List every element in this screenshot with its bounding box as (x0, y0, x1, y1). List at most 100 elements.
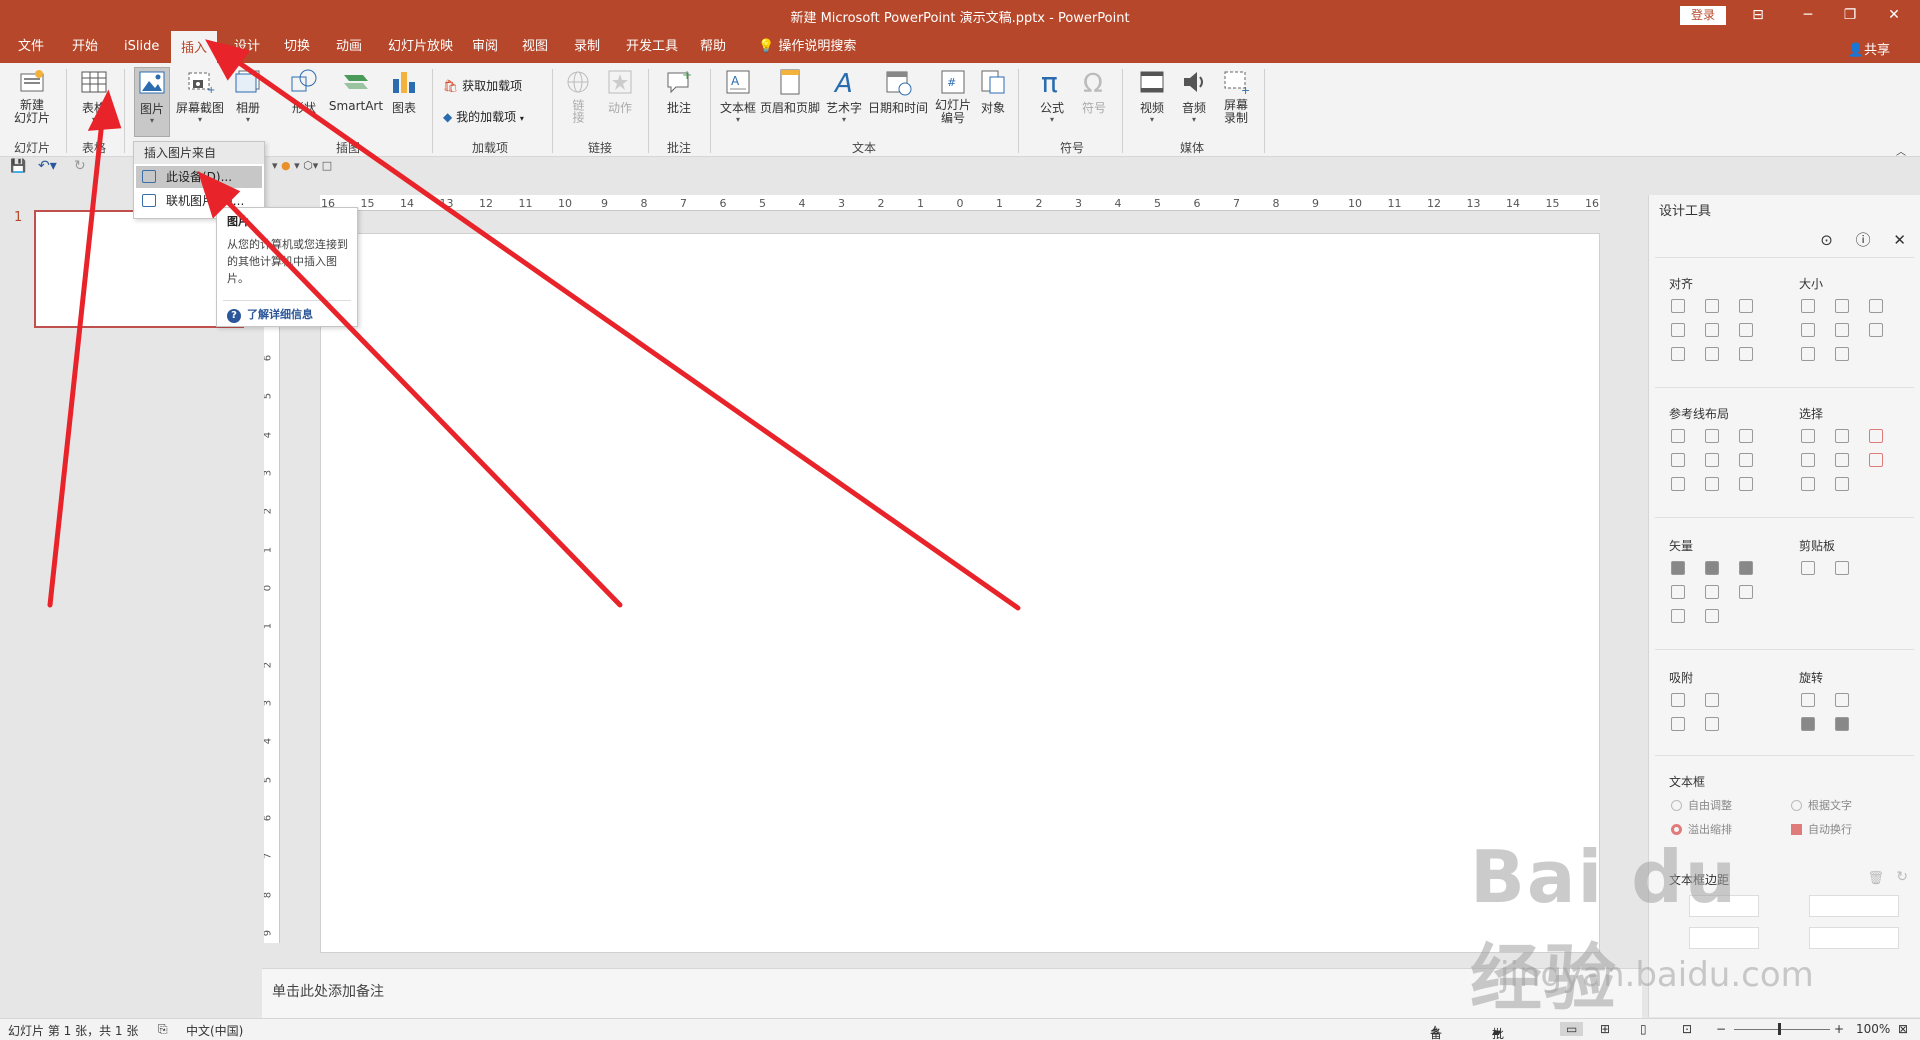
language-status[interactable]: 中文(中国) (186, 1022, 243, 1039)
tab-file[interactable]: 文件 (8, 31, 54, 63)
rotate-left-icon[interactable] (1801, 693, 1815, 707)
share-button[interactable]: 👤共享 (1848, 39, 1890, 58)
tab-review[interactable]: 审阅 (462, 31, 508, 63)
collapse-ribbon-icon[interactable]: ︿ (1896, 143, 1906, 158)
redo-icon[interactable]: ↻ (74, 158, 86, 174)
shape-tools-icon[interactable]: ▾ ● ▾ ⬡▾ □ (272, 159, 332, 172)
shapes-button[interactable]: 形状 (282, 67, 326, 116)
combine-icon[interactable] (1705, 561, 1719, 575)
edit-points-icon[interactable] (1739, 585, 1753, 599)
tab-help[interactable]: 帮助 (690, 31, 736, 63)
stretch-top-icon[interactable] (1801, 347, 1815, 361)
symbol-button[interactable]: Ω 符号 (1074, 67, 1114, 116)
chart-button[interactable]: 图表 (386, 67, 422, 116)
equation-button[interactable]: π 公式 ▾ (1032, 67, 1072, 124)
guide-middle-icon[interactable] (1705, 453, 1719, 467)
datetime-button[interactable]: 日期和时间 (864, 67, 932, 116)
object-button[interactable]: 对象 (974, 67, 1012, 116)
wordart-button[interactable]: A 艺术字 ▾ (822, 67, 866, 124)
video-button[interactable]: 视频 ▾ (1132, 67, 1172, 124)
link-button[interactable]: 链接 (560, 67, 596, 126)
header-footer-button[interactable]: 页眉和页脚 (758, 67, 822, 116)
guide-center-icon[interactable] (1705, 429, 1719, 443)
rotate-right-icon[interactable] (1835, 693, 1849, 707)
login-button[interactable]: 登录 (1680, 6, 1726, 25)
maximize-icon[interactable]: ❐ (1830, 4, 1870, 26)
notes-pane[interactable]: 单击此处添加备注 (262, 968, 1642, 1018)
paste-style-icon[interactable] (1835, 561, 1849, 575)
ribbon-display-icon[interactable]: ⊟ (1738, 4, 1778, 26)
select-pick-icon[interactable] (1869, 429, 1883, 443)
tab-developer[interactable]: 开发工具 (616, 31, 688, 63)
my-addins-button[interactable]: ◆ 我的加载项 ▾ (443, 108, 524, 125)
align-bottom-icon[interactable] (1739, 323, 1753, 337)
stretch-right-icon[interactable] (1835, 323, 1849, 337)
guide-fill-icon[interactable] (1739, 477, 1753, 491)
align-right-icon[interactable] (1739, 299, 1753, 313)
tab-record[interactable]: 录制 (564, 31, 610, 63)
select-invert-icon[interactable] (1835, 477, 1849, 491)
photo-album-button[interactable]: 相册 ▾ (228, 67, 268, 124)
get-addins-button[interactable]: 🛍 获取加载项 (443, 77, 522, 94)
screenshot-button[interactable]: + 屏幕截图 ▾ (174, 67, 226, 124)
snap-bottom-icon[interactable] (1705, 717, 1719, 731)
text-to-shape-icon[interactable] (1671, 609, 1685, 623)
distribute-v-icon[interactable] (1705, 347, 1719, 361)
flip-horizontal-icon[interactable] (1835, 717, 1849, 731)
tab-home[interactable]: 开始 (62, 31, 108, 63)
spellcheck-icon[interactable]: ⎘ (158, 1022, 168, 1037)
distribute-grid-icon[interactable] (1739, 347, 1753, 361)
picture-button[interactable]: 图片 ▾ (134, 67, 170, 137)
guide-bottom-icon[interactable] (1739, 453, 1753, 467)
align-top-icon[interactable] (1671, 323, 1685, 337)
table-button[interactable]: 表格 ▾ (74, 67, 114, 124)
union-icon[interactable] (1671, 561, 1685, 575)
align-center-icon[interactable] (1705, 299, 1719, 313)
close-icon[interactable]: ✕ (1893, 231, 1906, 249)
stretch-left-icon[interactable] (1801, 323, 1815, 337)
distribute-h-icon[interactable] (1671, 347, 1685, 361)
slide-canvas[interactable] (320, 233, 1600, 953)
select-similar-icon[interactable] (1835, 429, 1849, 443)
select-top-icon[interactable] (1801, 453, 1815, 467)
select-pointer-icon[interactable] (1869, 453, 1883, 467)
flip-vertical-icon[interactable] (1801, 717, 1815, 731)
fit-to-window-icon[interactable]: ⊠ (1898, 1022, 1908, 1036)
free-adjust-option[interactable]: 自由调整 (1671, 797, 1732, 813)
guide-left-icon[interactable] (1671, 429, 1685, 443)
tab-view[interactable]: 视图 (512, 31, 558, 63)
align-left-icon[interactable] (1671, 299, 1685, 313)
copy-style-icon[interactable] (1801, 561, 1815, 575)
help-icon[interactable]: ⓘ (1856, 231, 1871, 249)
settings-icon[interactable]: ⊙ (1820, 231, 1833, 249)
guide-right-icon[interactable] (1739, 429, 1753, 443)
save-icon[interactable]: 💾 (10, 159, 26, 174)
fragment-icon[interactable] (1739, 561, 1753, 575)
tab-insert[interactable]: 插入 (171, 31, 218, 63)
refresh-icon[interactable]: ↻ (1896, 869, 1908, 885)
learn-more-link[interactable]: ? 了解详细信息 (227, 306, 313, 323)
this-device-item[interactable]: 此设备(D)... (136, 166, 262, 188)
audio-button[interactable]: 音频 ▾ (1174, 67, 1214, 124)
same-size-icon[interactable] (1869, 299, 1883, 313)
same-width-icon[interactable] (1801, 299, 1815, 313)
new-slide-button[interactable]: 新建 幻灯片 (8, 67, 56, 125)
textbox-button[interactable]: A 文本框 ▾ (716, 67, 760, 124)
guide-vspan-icon[interactable] (1705, 477, 1719, 491)
snap-right-icon[interactable] (1705, 693, 1719, 707)
stretch-bottom-icon[interactable] (1835, 347, 1849, 361)
minimize-icon[interactable]: ─ (1788, 4, 1828, 26)
tab-slideshow[interactable]: 幻灯片放映 (378, 31, 463, 63)
zoom-slider[interactable] (1734, 1029, 1830, 1030)
tab-transitions[interactable]: 切换 (274, 31, 320, 63)
select-bottom-icon[interactable] (1801, 477, 1815, 491)
subtract-icon[interactable] (1705, 585, 1719, 599)
tab-islide[interactable]: iSlide (114, 31, 169, 63)
close-icon[interactable]: ✕ (1874, 4, 1914, 26)
tell-me-search[interactable]: 💡 操作说明搜索 (748, 31, 866, 63)
tab-animations[interactable]: 动画 (326, 31, 372, 63)
smartart-button[interactable]: SmartArt (328, 67, 384, 113)
slide-thumbnail[interactable] (34, 210, 244, 328)
stretch-both-icon[interactable] (1869, 323, 1883, 337)
zoom-in-icon[interactable]: + (1834, 1022, 1844, 1036)
